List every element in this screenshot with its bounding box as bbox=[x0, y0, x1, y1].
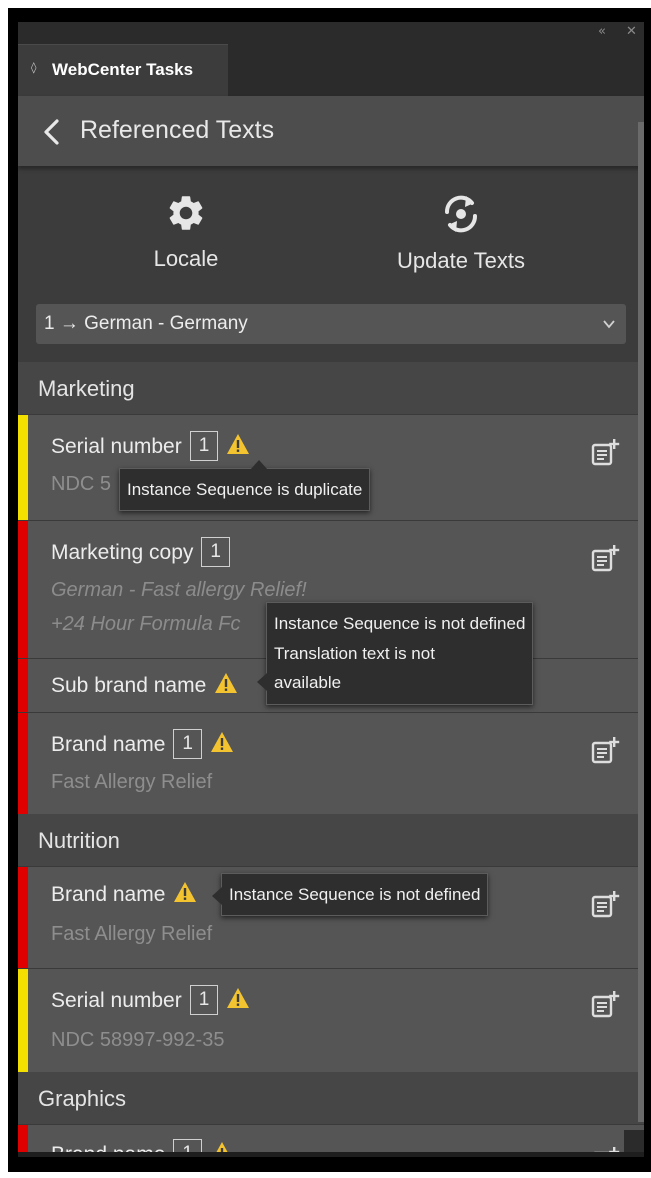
tooltip-duplicate-sequence: Instance Sequence is duplicate bbox=[119, 460, 371, 511]
tooltip-sequence-not-defined: Instance Sequence is not defined bbox=[212, 873, 489, 916]
status-bar-warning bbox=[18, 415, 28, 520]
tab-label: WebCenter Tasks bbox=[52, 60, 194, 79]
row-value: Fast Allergy Relief bbox=[51, 923, 213, 945]
chevron-down-icon bbox=[603, 320, 615, 329]
warning-icon[interactable] bbox=[214, 672, 238, 694]
locale-label: Locale bbox=[153, 246, 219, 271]
close-icon[interactable]: ✕ bbox=[626, 24, 637, 39]
row-name: Serial number bbox=[51, 989, 182, 1012]
tooltip-text: Instance Sequence is not defined bbox=[229, 885, 481, 904]
locale-select[interactable]: 1 → German - Germany bbox=[36, 304, 626, 344]
page-title: Referenced Texts bbox=[80, 116, 275, 144]
warning-icon[interactable] bbox=[226, 987, 250, 1009]
row-value-line-1: German - Fast allergy Relief! bbox=[51, 579, 307, 601]
section-title: Nutrition bbox=[38, 828, 120, 853]
add-text-icon[interactable] bbox=[590, 889, 620, 919]
webcenter-tasks-panel: « ✕ ◊ WebCenter Tasks Referenced Texts L… bbox=[18, 22, 644, 1157]
tooltip-arrow bbox=[257, 673, 267, 691]
instance-sequence-badge: 1 bbox=[189, 985, 219, 1015]
section-title: Graphics bbox=[38, 1086, 127, 1111]
row-value: NDC 58997-992-35 bbox=[51, 1029, 225, 1051]
chevron-left-icon[interactable] bbox=[40, 118, 64, 146]
instance-sequence-badge: 1 bbox=[173, 729, 202, 759]
status-bar-error bbox=[18, 713, 28, 814]
status-bar-error bbox=[18, 867, 28, 968]
gear-icon bbox=[169, 196, 203, 230]
window-title-bar: « ✕ bbox=[18, 22, 644, 44]
tooltip-arrow bbox=[250, 460, 268, 470]
locale-select-value: 1 → German - Germany bbox=[44, 313, 248, 334]
collapse-panel-icon[interactable]: « bbox=[598, 24, 606, 39]
tooltip-text-line-3: available bbox=[274, 673, 342, 692]
row-name: Sub brand name bbox=[51, 674, 207, 697]
instance-sequence-badge: 1 bbox=[201, 537, 230, 567]
tooltip-sequence-not-defined: Instance Sequence is not defined Transla… bbox=[257, 602, 534, 705]
tab-strip: ◊ WebCenter Tasks bbox=[18, 44, 644, 96]
tooltip-text-line-2: Translation text is not bbox=[274, 643, 435, 663]
row-title: Brand name bbox=[51, 881, 197, 907]
row-name: Marketing copy bbox=[51, 541, 194, 564]
panel-bottom-edge bbox=[18, 1152, 644, 1157]
section-header-graphics: Graphics bbox=[18, 1072, 644, 1124]
refresh-icon bbox=[444, 195, 478, 233]
section-title: Marketing bbox=[38, 376, 135, 401]
status-bar-warning bbox=[18, 969, 28, 1072]
row-title: Serial number 1 bbox=[51, 985, 250, 1015]
tooltip-arrow bbox=[212, 887, 222, 905]
page-header: Referenced Texts bbox=[18, 96, 644, 166]
status-bar-error bbox=[18, 659, 28, 712]
row-title: Serial number 1 bbox=[51, 431, 250, 461]
warning-icon[interactable] bbox=[210, 731, 234, 753]
warning-icon[interactable] bbox=[226, 433, 250, 455]
section-header-marketing: Marketing bbox=[18, 362, 644, 414]
text-row-brand-name[interactable]: Brand name 1 Fast Allergy Relief bbox=[18, 712, 644, 814]
section-header-nutrition: Nutrition bbox=[18, 814, 644, 866]
row-name: Brand name bbox=[51, 733, 166, 756]
status-bar-error bbox=[18, 521, 28, 658]
row-name: Serial number bbox=[51, 435, 182, 458]
tooltip-text-line-1: Instance Sequence is not defined bbox=[274, 614, 526, 633]
row-value: NDC 5 bbox=[51, 473, 112, 495]
add-text-icon[interactable] bbox=[590, 989, 620, 1019]
update-texts-label: Update Texts bbox=[396, 248, 525, 273]
row-value: Fast Allergy Relief bbox=[51, 771, 213, 793]
add-text-icon[interactable] bbox=[590, 735, 620, 765]
add-text-icon[interactable] bbox=[590, 437, 620, 467]
row-name: Brand name bbox=[51, 883, 166, 906]
row-value-line-2: +24 Hour Formula Fc bbox=[51, 613, 241, 635]
tab-menu-icon[interactable]: ◊ bbox=[31, 61, 36, 74]
tab-webcenter-tasks[interactable]: ◊ WebCenter Tasks bbox=[18, 44, 228, 96]
update-texts-button[interactable]: Update Texts bbox=[376, 192, 546, 274]
add-text-icon[interactable] bbox=[590, 543, 620, 573]
instance-sequence-badge: 1 bbox=[189, 431, 219, 461]
scrollbar[interactable] bbox=[638, 122, 644, 1122]
row-title: Brand name 1 bbox=[51, 729, 234, 759]
locale-button[interactable]: Locale bbox=[136, 192, 236, 272]
warning-icon[interactable] bbox=[173, 881, 197, 903]
tooltip-text: Instance Sequence is duplicate bbox=[127, 480, 363, 499]
row-title: Marketing copy 1 bbox=[51, 537, 230, 567]
text-row-serial-number[interactable]: Serial number 1 NDC 58997-992-35 bbox=[18, 968, 644, 1072]
row-title: Sub brand name bbox=[51, 672, 238, 698]
